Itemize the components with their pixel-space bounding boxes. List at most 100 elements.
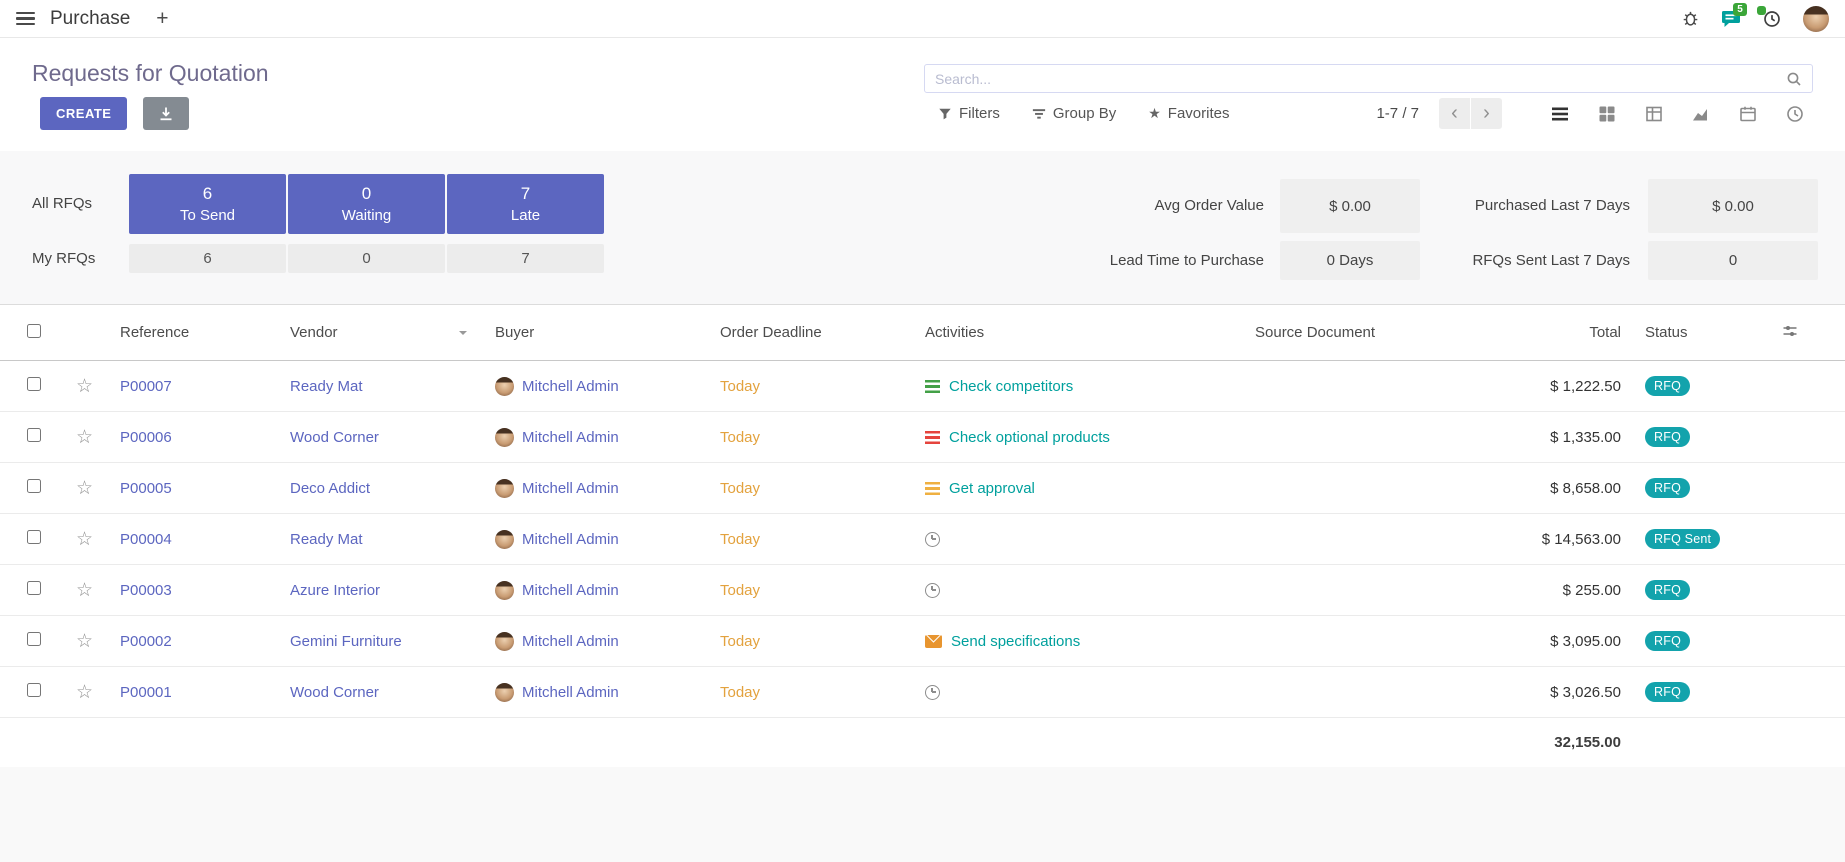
my-waiting-tile[interactable]: 0 (288, 244, 445, 273)
user-avatar[interactable] (1803, 6, 1829, 32)
buyer-link[interactable]: Mitchell Admin (522, 531, 619, 548)
favorite-star-icon[interactable]: ☆ (64, 428, 108, 447)
row-checkbox[interactable] (27, 683, 41, 697)
column-activities[interactable]: Activities (913, 324, 1243, 341)
column-status[interactable]: Status (1633, 324, 1758, 341)
vendor-link[interactable]: Gemini Furniture (290, 633, 402, 650)
pager-previous-button[interactable]: ‹ (1439, 98, 1470, 129)
tile-to-send[interactable]: 6 To Send (129, 174, 286, 234)
my-late-tile[interactable]: 7 (447, 244, 604, 273)
reference-link[interactable]: P00005 (120, 480, 172, 497)
favorite-star-icon[interactable]: ☆ (64, 377, 108, 396)
buyer-link[interactable]: Mitchell Admin (522, 429, 619, 446)
activity-icon[interactable] (925, 482, 940, 495)
tile-waiting[interactable]: 0 Waiting (288, 174, 445, 234)
activity-icon[interactable] (925, 532, 940, 547)
row-checkbox[interactable] (27, 428, 41, 442)
buyer-link[interactable]: Mitchell Admin (522, 684, 619, 701)
activity-label[interactable]: Get approval (949, 480, 1035, 497)
buyer-avatar (495, 632, 514, 651)
pager-next-button[interactable]: › (1471, 98, 1502, 129)
select-all-checkbox[interactable] (27, 324, 41, 338)
reference-link[interactable]: P00007 (120, 378, 172, 395)
download-button[interactable] (143, 97, 189, 130)
buyer-link[interactable]: Mitchell Admin (522, 378, 619, 395)
row-checkbox[interactable] (27, 530, 41, 544)
activity-icon[interactable] (925, 635, 942, 648)
favorite-star-icon[interactable]: ☆ (64, 683, 108, 702)
tile-late[interactable]: 7 Late (447, 174, 604, 234)
vendor-link[interactable]: Deco Addict (290, 480, 370, 497)
optional-columns-icon[interactable] (1782, 323, 1798, 339)
column-order-deadline[interactable]: Order Deadline (708, 324, 913, 341)
view-calendar-icon[interactable] (1724, 97, 1771, 130)
reference-link[interactable]: P00003 (120, 582, 172, 599)
column-source-document[interactable]: Source Document (1243, 324, 1468, 341)
reference-link[interactable]: P00006 (120, 429, 172, 446)
table-row[interactable]: ☆ P00002 Gemini Furniture Mitchell Admin… (0, 616, 1845, 667)
reference-link[interactable]: P00001 (120, 684, 172, 701)
to-send-label: To Send (180, 207, 235, 224)
view-pivot-icon[interactable] (1630, 97, 1677, 130)
order-deadline: Today (708, 633, 913, 650)
column-vendor-label: Vendor (290, 324, 338, 341)
activity-label[interactable]: Check optional products (949, 429, 1110, 446)
footer-total: 32,155.00 (1468, 734, 1633, 751)
favorite-star-icon[interactable]: ☆ (64, 479, 108, 498)
row-checkbox[interactable] (27, 479, 41, 493)
purchase-dashboard: All RFQs 6 To Send 0 Waiting 7 Late My R… (0, 151, 1845, 305)
apps-menu-icon[interactable] (16, 12, 35, 25)
debug-bug-icon[interactable] (1682, 10, 1699, 27)
buyer-link[interactable]: Mitchell Admin (522, 582, 619, 599)
table-row[interactable]: ☆ P00003 Azure Interior Mitchell Admin T… (0, 565, 1845, 616)
table-row[interactable]: ☆ P00006 Wood Corner Mitchell Admin Toda… (0, 412, 1845, 463)
reference-link[interactable]: P00002 (120, 633, 172, 650)
my-to-send-tile[interactable]: 6 (129, 244, 286, 273)
activity-icon[interactable] (925, 431, 940, 444)
search-icon[interactable] (1786, 71, 1802, 87)
column-vendor[interactable]: Vendor (278, 324, 483, 341)
group-by-button[interactable]: Group By (1032, 105, 1116, 122)
all-rfqs-label: All RFQs (32, 195, 92, 212)
search-input[interactable] (935, 71, 1786, 87)
total-amount: $ 255.00 (1468, 582, 1633, 599)
activity-icon[interactable] (925, 583, 940, 598)
table-footer: 32,155.00 (0, 718, 1845, 767)
filters-button[interactable]: Filters (938, 105, 1000, 122)
column-buyer[interactable]: Buyer (483, 324, 708, 341)
favorite-star-icon[interactable]: ☆ (64, 530, 108, 549)
activities-clock-icon[interactable] (1763, 10, 1781, 28)
view-graph-icon[interactable] (1677, 97, 1724, 130)
activity-icon[interactable] (925, 685, 940, 700)
vendor-link[interactable]: Ready Mat (290, 531, 363, 548)
activity-icon[interactable] (925, 380, 940, 393)
activity-label[interactable]: Send specifications (951, 633, 1080, 650)
favorite-star-icon[interactable]: ☆ (64, 581, 108, 600)
row-checkbox[interactable] (27, 377, 41, 391)
column-reference[interactable]: Reference (108, 324, 278, 341)
table-row[interactable]: ☆ P00007 Ready Mat Mitchell Admin Today … (0, 361, 1845, 412)
vendor-link[interactable]: Wood Corner (290, 684, 379, 701)
favorites-button[interactable]: ★ Favorites (1148, 105, 1229, 122)
favorite-star-icon[interactable]: ☆ (64, 632, 108, 651)
buyer-link[interactable]: Mitchell Admin (522, 633, 619, 650)
activity-label[interactable]: Check competitors (949, 378, 1073, 395)
view-kanban-icon[interactable] (1583, 97, 1630, 130)
row-checkbox[interactable] (27, 581, 41, 595)
table-row[interactable]: ☆ P00005 Deco Addict Mitchell Admin Toda… (0, 463, 1845, 514)
vendor-link[interactable]: Azure Interior (290, 582, 380, 599)
app-name[interactable]: Purchase (50, 8, 130, 30)
messages-icon[interactable]: 5 (1721, 10, 1741, 28)
create-button[interactable]: CREATE (40, 97, 127, 130)
table-row[interactable]: ☆ P00001 Wood Corner Mitchell Admin Toda… (0, 667, 1845, 718)
column-total[interactable]: Total (1468, 324, 1633, 341)
plus-icon[interactable]: + (156, 8, 168, 29)
table-row[interactable]: ☆ P00004 Ready Mat Mitchell Admin Today … (0, 514, 1845, 565)
buyer-link[interactable]: Mitchell Admin (522, 480, 619, 497)
vendor-link[interactable]: Ready Mat (290, 378, 363, 395)
reference-link[interactable]: P00004 (120, 531, 172, 548)
vendor-link[interactable]: Wood Corner (290, 429, 379, 446)
row-checkbox[interactable] (27, 632, 41, 646)
view-activity-icon[interactable] (1771, 97, 1818, 130)
view-list-icon[interactable] (1536, 97, 1583, 130)
